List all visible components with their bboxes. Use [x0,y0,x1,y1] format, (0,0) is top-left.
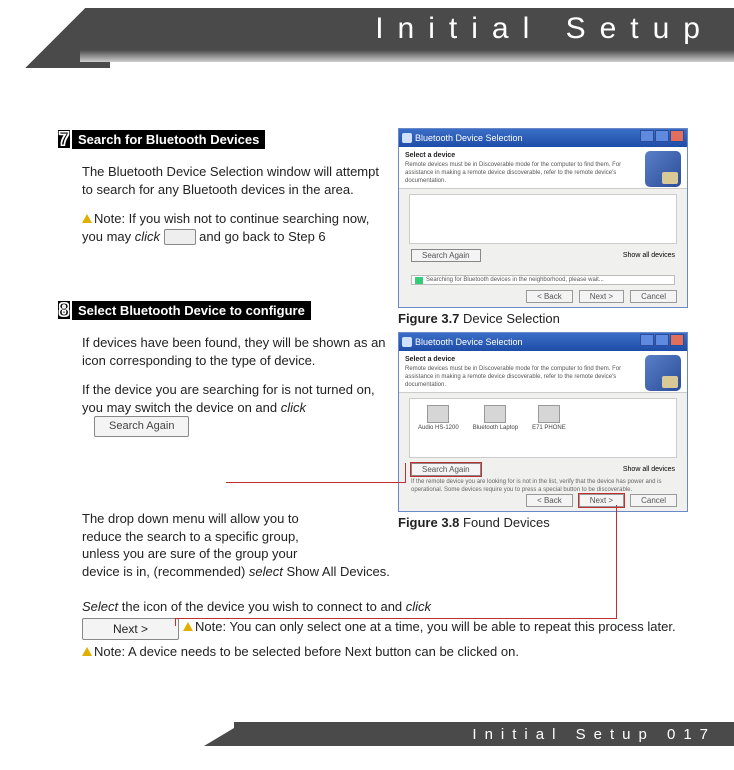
filter-label: Show all devices [623,252,675,259]
wizard-buttons: < Back Next > Cancel [526,494,677,507]
next-button: Next > [82,618,179,640]
banner: Select a device Remote devices must be i… [399,351,687,393]
step-body: The Bluetooth Device Selection window wi… [82,163,392,245]
device-item: Bluetooth Laptop [473,405,518,431]
controls-row: Search Again Show all devices [399,249,687,262]
controls-row: Search Again Show all devices [399,463,687,476]
progress-icon [415,277,423,284]
search-again-button: Search Again [94,416,189,437]
app-icon [402,337,412,347]
search-again-button: Search Again [411,249,481,262]
header-underline [80,50,734,62]
step-8-select: Select the icon of the device you wish t… [82,598,698,660]
warning-icon [82,647,92,656]
warning-icon [82,214,92,223]
window-title: Bluetooth Device Selection [415,133,523,143]
bluetooth-icon [645,355,681,391]
cancel-button-inline [164,229,196,245]
paragraph: The Bluetooth Device Selection window wi… [82,163,392,198]
callout-line [175,618,617,619]
step-number: 7 [58,130,70,148]
note: Note: If you wish not to continue search… [82,210,392,245]
mock-window: Bluetooth Device Selection Select a devi… [398,128,688,308]
figure-caption: Figure 3.7 Device Selection [398,311,688,326]
footer: Initial Setup 017 [234,722,734,746]
device-item: Audio HS-1200 [418,405,459,431]
warning-icon [183,622,193,631]
device-icon [427,405,449,423]
callout-line [175,618,176,626]
figure-caption: Figure 3.8 Found Devices [398,515,688,530]
step-title: Select Bluetooth Device to configure [72,301,311,320]
mock-window: Bluetooth Device Selection Select a devi… [398,332,688,512]
device-icon [484,405,506,423]
step-number: 8 [58,301,70,319]
wizard-buttons: < Back Next > Cancel [526,290,677,303]
footer-text: Initial Setup 017 [472,726,716,743]
window-titlebar: Bluetooth Device Selection [399,333,687,351]
callout-line [226,482,406,483]
callout-line [405,463,406,483]
window-title: Bluetooth Device Selection [415,337,523,347]
filter-label: Show all devices [623,466,675,473]
figure-3-7: Bluetooth Device Selection Select a devi… [398,128,688,326]
progress-bar: Searching for Bluetooth devices in the n… [411,275,675,285]
paragraph: If devices have been found, they will be… [82,334,392,369]
header-ribbon: Initial Setup [80,8,734,50]
window-titlebar: Bluetooth Device Selection [399,129,687,147]
page: Initial Setup 7 Search for Bluetooth Dev… [0,0,734,770]
device-item: E71 PHONE [532,405,566,431]
note: Note: You can only select one at a time,… [183,618,676,636]
paragraph: If the device you are searching for is n… [82,381,392,437]
callout-line [616,505,617,618]
device-list-empty [409,194,677,244]
device-icon [538,405,560,423]
banner: Select a device Remote devices must be i… [399,147,687,189]
app-icon [402,133,412,143]
step-body: If devices have been found, they will be… [82,334,392,437]
bluetooth-icon [645,151,681,187]
paragraph: Select the icon of the device you wish t… [82,598,698,616]
header-title: Initial Setup [375,12,714,46]
device-list: Audio HS-1200 Bluetooth Laptop E71 PHONE [409,398,677,458]
window-buttons [639,333,684,351]
window-buttons [639,129,684,147]
note: Note: A device needs to be selected befo… [82,643,698,661]
figure-3-8: Bluetooth Device Selection Select a devi… [398,332,688,530]
step-title: Search for Bluetooth Devices [72,130,265,149]
search-again-button: Search Again [411,463,481,476]
